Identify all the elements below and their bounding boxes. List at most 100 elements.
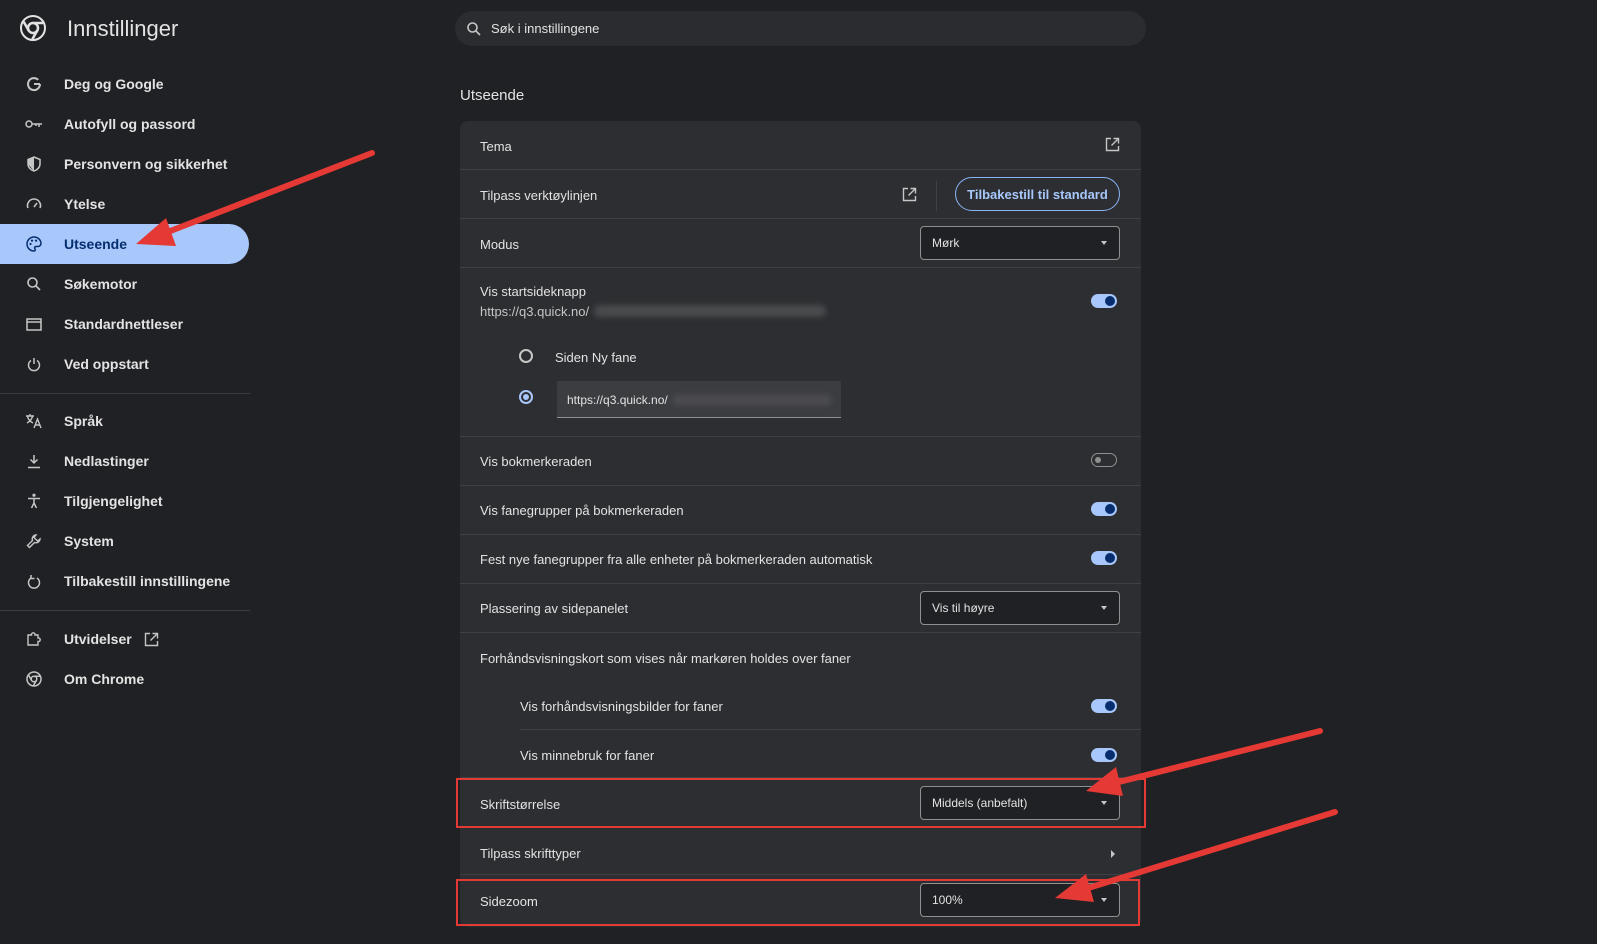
sidebar-item-label: Språk bbox=[64, 413, 103, 429]
sidebar-item-accessibility[interactable]: Tilgjengelighet bbox=[0, 481, 249, 521]
sidebar-item-label: Autofyll og passord bbox=[64, 116, 196, 132]
row-divider bbox=[460, 218, 1141, 219]
sidebar-item-label: Utseende bbox=[64, 236, 128, 252]
chevron-right-icon[interactable] bbox=[1110, 849, 1116, 859]
speedometer-icon bbox=[25, 195, 43, 213]
shield-icon bbox=[25, 155, 43, 173]
blurred-url bbox=[672, 394, 832, 406]
chrome-icon bbox=[25, 670, 43, 688]
mode-select[interactable]: Mørk bbox=[920, 226, 1120, 260]
hover-memory-label: Vis minnebruk for faner bbox=[520, 748, 655, 763]
sidebar-item-extensions[interactable]: Utvidelser bbox=[0, 619, 249, 659]
row-divider bbox=[460, 534, 1141, 535]
new-tab-radio-label: Siden Ny fane bbox=[555, 350, 637, 365]
wrench-icon bbox=[25, 532, 43, 550]
custom-url-radio[interactable] bbox=[519, 390, 533, 404]
accessibility-icon bbox=[25, 492, 43, 510]
show-bookmarks-bar-label: Vis bokmerkeraden bbox=[480, 454, 592, 469]
dropdown-arrow-icon bbox=[1101, 241, 1107, 245]
sidebar-item-label: Personvern og sikkerhet bbox=[64, 156, 228, 172]
dropdown-arrow-icon bbox=[1101, 606, 1107, 610]
sidebar-item-languages[interactable]: Språk bbox=[0, 401, 249, 441]
hover-cards-label: Forhåndsvisningskort som vises når markø… bbox=[480, 651, 851, 666]
tab-groups-toggle[interactable] bbox=[1091, 502, 1117, 516]
page-zoom-highlight-box bbox=[456, 879, 1140, 926]
sidebar-item-about-chrome[interactable]: Om Chrome bbox=[0, 659, 249, 699]
row-divider bbox=[460, 267, 1141, 268]
search-icon bbox=[25, 275, 43, 293]
side-panel-select-value: Vis til høyre bbox=[932, 601, 995, 615]
sidebar-item-label: Ved oppstart bbox=[64, 356, 149, 372]
chrome-logo-icon bbox=[20, 15, 46, 41]
sidebar-item-privacy[interactable]: Personvern og sikkerhet bbox=[0, 144, 249, 184]
side-panel-select[interactable]: Vis til høyre bbox=[920, 591, 1120, 625]
row-divider bbox=[460, 874, 1141, 875]
sidebar-divider bbox=[0, 610, 250, 611]
row-divider bbox=[460, 169, 1141, 170]
sidebar-item-label: System bbox=[64, 533, 114, 549]
sidebar-item-label: Om Chrome bbox=[64, 671, 145, 687]
open-in-new-icon[interactable] bbox=[1105, 137, 1120, 152]
pin-tab-groups-label: Fest nye fanegrupper fra alle enheter på… bbox=[480, 552, 873, 567]
search-input[interactable] bbox=[489, 20, 1093, 37]
sidebar-item-label: Tilgjengelighet bbox=[64, 493, 163, 509]
sidebar-item-system[interactable]: System bbox=[0, 521, 249, 561]
home-url-text: https://q3.quick.no/ bbox=[480, 304, 590, 319]
row-divider bbox=[460, 583, 1141, 584]
reset-icon bbox=[25, 572, 43, 590]
sidebar-item-label: Ytelse bbox=[64, 196, 106, 212]
sidebar-item-label: Deg og Google bbox=[64, 76, 164, 92]
translate-icon bbox=[25, 412, 43, 430]
row-divider bbox=[520, 729, 1141, 730]
puzzle-icon bbox=[25, 630, 43, 648]
sidebar-divider bbox=[0, 393, 250, 394]
search-icon bbox=[467, 21, 481, 36]
sidebar-item-downloads[interactable]: Nedlastinger bbox=[0, 441, 249, 481]
sidebar-item-reset-settings[interactable]: Tilbakestill innstillingene bbox=[0, 561, 249, 601]
sidebar-item-label: Nedlastinger bbox=[64, 453, 149, 469]
customize-fonts-label[interactable]: Tilpass skrifttyper bbox=[480, 846, 581, 861]
row-divider bbox=[460, 436, 1141, 437]
show-home-button-label: Vis startsideknapp bbox=[480, 284, 586, 299]
key-icon bbox=[25, 115, 43, 133]
sidebar-item-search-engine[interactable]: Søkemotor bbox=[0, 264, 249, 304]
sidebar-item-on-startup[interactable]: Ved oppstart bbox=[0, 344, 249, 384]
blurred-url bbox=[594, 305, 826, 317]
sidebar-item-autofill[interactable]: Autofyll og passord bbox=[0, 104, 249, 144]
sidebar-item-default-browser[interactable]: Standardnettleser bbox=[0, 304, 249, 344]
hover-images-label: Vis forhåndsvisningsbilder for faner bbox=[520, 699, 723, 714]
browser-window-icon bbox=[25, 315, 43, 333]
pin-tab-groups-toggle[interactable] bbox=[1091, 551, 1117, 565]
power-icon bbox=[25, 355, 43, 373]
new-tab-radio[interactable] bbox=[519, 349, 533, 363]
section-title: Utseende bbox=[460, 87, 525, 104]
sidebar-item-performance[interactable]: Ytelse bbox=[0, 184, 249, 224]
settings-search[interactable] bbox=[455, 11, 1146, 46]
mode-label: Modus bbox=[480, 237, 520, 252]
open-in-new-icon bbox=[144, 632, 159, 647]
google-icon bbox=[25, 75, 43, 93]
row-divider bbox=[460, 632, 1141, 633]
home-button-toggle[interactable] bbox=[1091, 294, 1117, 308]
sidebar-item-label: Søkemotor bbox=[64, 276, 138, 292]
reset-to-default-button[interactable]: Tilbakestill til standard bbox=[955, 177, 1120, 211]
font-size-highlight-box bbox=[456, 778, 1146, 828]
open-in-new-icon[interactable] bbox=[902, 187, 917, 202]
hover-images-toggle[interactable] bbox=[1091, 699, 1117, 713]
sidebar-item-appearance[interactable]: Utseende bbox=[0, 224, 249, 264]
sidebar-item-label: Tilbakestill innstillingene bbox=[64, 573, 231, 589]
custom-url-value: https://q3.quick.no/ bbox=[567, 393, 668, 407]
sidebar-item-label: Utvidelser bbox=[64, 631, 132, 647]
side-panel-position-label: Plassering av sidepanelet bbox=[480, 601, 629, 616]
show-tab-groups-label: Vis fanegrupper på bokmerkeraden bbox=[480, 503, 684, 518]
hover-memory-toggle[interactable] bbox=[1091, 748, 1117, 762]
theme-label: Tema bbox=[480, 139, 512, 154]
custom-url-input[interactable]: https://q3.quick.no/ bbox=[557, 381, 841, 418]
page-title: Innstillinger bbox=[67, 16, 179, 41]
palette-icon bbox=[25, 235, 43, 253]
sidebar-item-label: Standardnettleser bbox=[64, 316, 184, 332]
sidebar-item-you-and-google[interactable]: Deg og Google bbox=[0, 64, 249, 104]
vertical-divider bbox=[936, 181, 937, 211]
bookmarks-bar-toggle[interactable] bbox=[1091, 453, 1117, 467]
download-icon bbox=[25, 452, 43, 470]
